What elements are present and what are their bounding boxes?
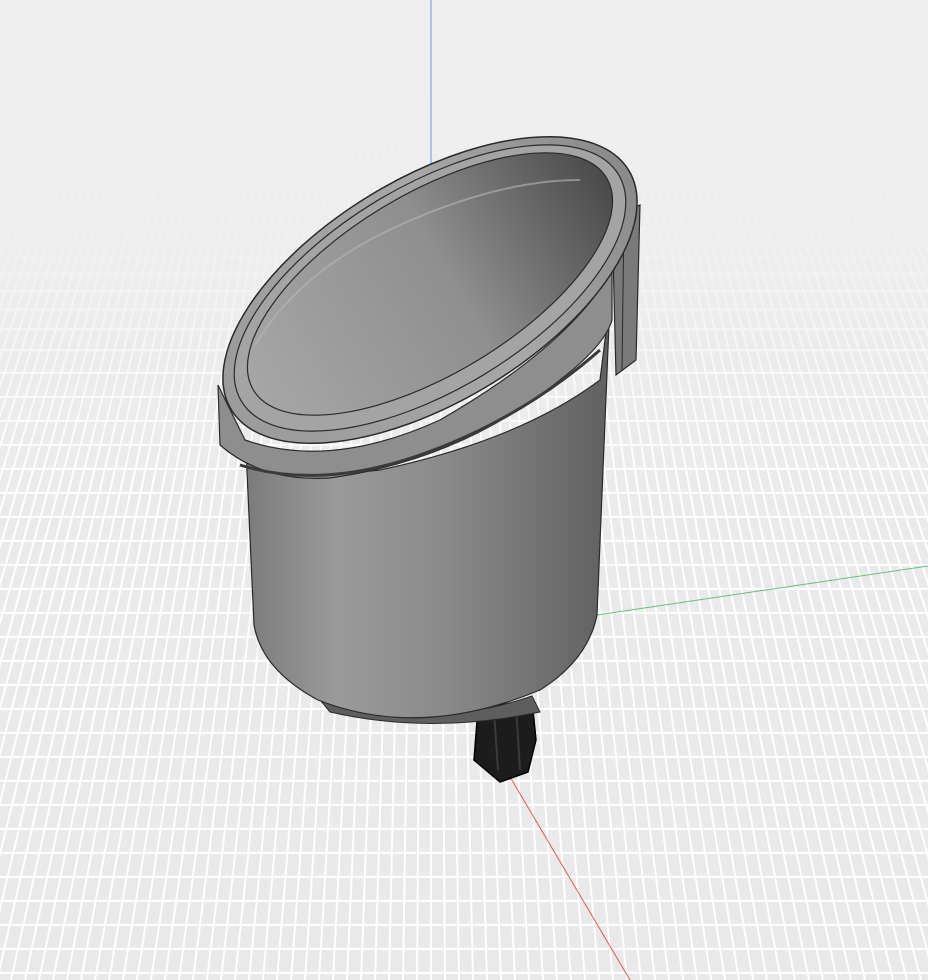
3d-viewport[interactable] [0,0,928,980]
viewport-canvas[interactable] [0,0,928,980]
